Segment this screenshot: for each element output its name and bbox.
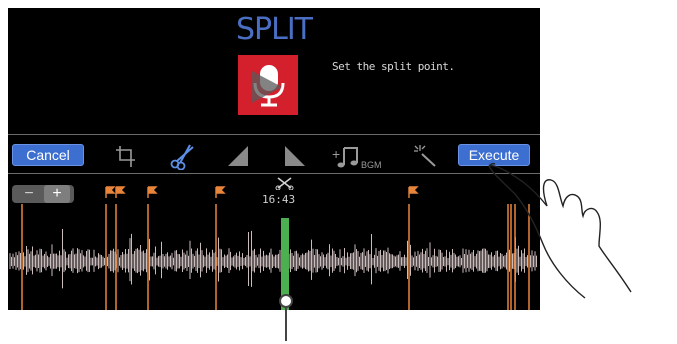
divider <box>8 134 540 135</box>
marker-flag-icon <box>115 186 126 198</box>
marker-flag-icon <box>215 186 226 198</box>
add-bgm-button[interactable]: + BGM <box>330 142 394 170</box>
fade-out-button[interactable] <box>281 142 311 170</box>
marker-flag-icon <box>105 186 116 198</box>
scissors-icon <box>170 144 194 171</box>
magic-wand-icon <box>414 145 436 167</box>
crop-icon <box>116 146 135 167</box>
instruction-text: Set the split point. <box>332 60 455 73</box>
hand-pointer-icon <box>488 162 632 299</box>
crop-tool-button[interactable] <box>111 142 141 170</box>
fade-out-icon <box>285 146 305 166</box>
waveform-bars <box>9 229 537 289</box>
marker-flag-icon <box>147 186 158 198</box>
split-screen: SPLIT Set the split point. Cancel + BGM … <box>8 8 540 310</box>
add-bgm-icon: + BGM <box>332 146 382 170</box>
callout-line <box>285 307 287 341</box>
page-title: SPLIT <box>235 12 313 47</box>
cancel-button[interactable]: Cancel <box>12 144 84 166</box>
audio-thumbnail <box>238 55 298 115</box>
divider <box>8 173 540 174</box>
marker-flag-icon <box>408 186 419 198</box>
marker-track <box>105 186 419 198</box>
microphone-icon <box>252 65 285 107</box>
effect-tool-button[interactable] <box>411 142 441 170</box>
split-tool-button[interactable] <box>168 142 198 171</box>
fade-in-button[interactable] <box>224 142 254 170</box>
waveform <box>9 204 537 310</box>
fade-in-icon <box>228 146 248 166</box>
svg-text:+: + <box>332 146 340 162</box>
playhead-callout <box>279 294 293 308</box>
bgm-label: BGM <box>361 160 382 170</box>
